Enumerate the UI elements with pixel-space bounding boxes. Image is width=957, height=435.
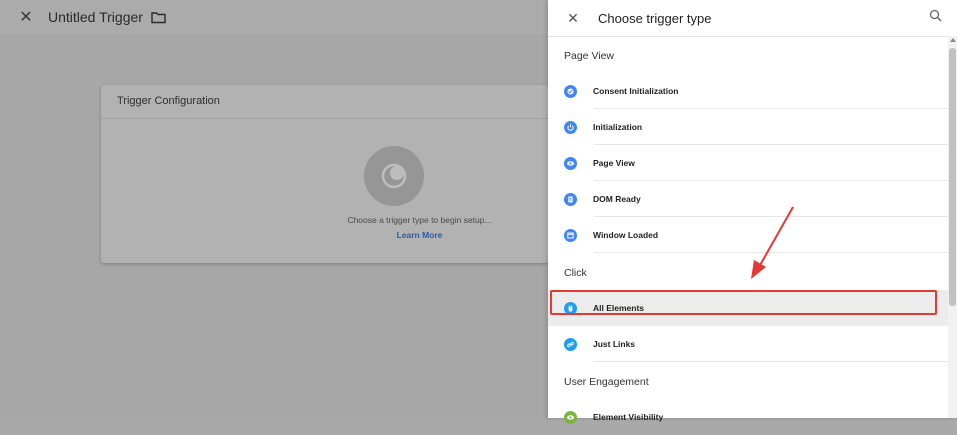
trigger-item-label: Initialization [593, 122, 643, 132]
folder-icon[interactable] [151, 11, 166, 24]
eye-icon [564, 156, 577, 170]
editor-body: Trigger Configuration Choose a trigger t… [0, 34, 548, 418]
editor-topbar: ✕ Untitled Trigger [0, 0, 548, 34]
link-icon [564, 337, 577, 351]
scroll-up-icon[interactable] [950, 38, 956, 42]
document-icon [564, 192, 577, 206]
panel-title: Choose trigger type [598, 10, 712, 26]
trigger-item-label: Window Loaded [593, 230, 659, 240]
trigger-item-label: DOM Ready [593, 194, 641, 204]
visibility-icon [564, 410, 577, 424]
divider [594, 361, 948, 362]
section-title-user-engagement: User Engagement [564, 376, 649, 388]
panel-header: ✕ Choose trigger type [548, 0, 957, 37]
trigger-item-label: Just Links [593, 339, 636, 349]
trigger-item-consent-initialization[interactable]: Consent Initialization [548, 73, 948, 109]
trigger-configuration-card[interactable]: Trigger Configuration Choose a trigger t… [101, 85, 548, 263]
window-icon [564, 228, 577, 242]
section-title-page-view: Page View [564, 50, 615, 62]
search-icon[interactable] [929, 9, 943, 23]
annotation-arrow-icon [751, 206, 794, 279]
consent-icon [564, 84, 577, 98]
trigger-item-label: Consent Initialization [593, 86, 679, 96]
highlight-box-all-elements [550, 290, 937, 315]
panel-scrollbar[interactable] [948, 36, 957, 418]
learn-more-link[interactable]: Learn More [101, 230, 548, 240]
trigger-item-just-links[interactable]: Just Links [548, 326, 948, 362]
trigger-placeholder-icon[interactable] [364, 146, 424, 206]
card-title: Trigger Configuration [101, 85, 548, 119]
close-panel-icon[interactable]: ✕ [566, 10, 580, 27]
trigger-item-initialization[interactable]: Initialization [548, 109, 948, 145]
power-icon [564, 120, 577, 134]
placeholder-text: Choose a trigger type to begin setup... [347, 215, 492, 225]
scrollbar-thumb[interactable] [949, 48, 956, 306]
trigger-item-label: Page View [593, 158, 635, 168]
trigger-item-element-visibility[interactable]: Element Visibility [548, 399, 948, 435]
trigger-item-page-view[interactable]: Page View [548, 145, 948, 181]
close-editor-icon[interactable]: ✕ [18, 7, 34, 27]
trigger-name[interactable]: Untitled Trigger [48, 9, 143, 25]
trigger-item-label: Element Visibility [593, 412, 664, 422]
